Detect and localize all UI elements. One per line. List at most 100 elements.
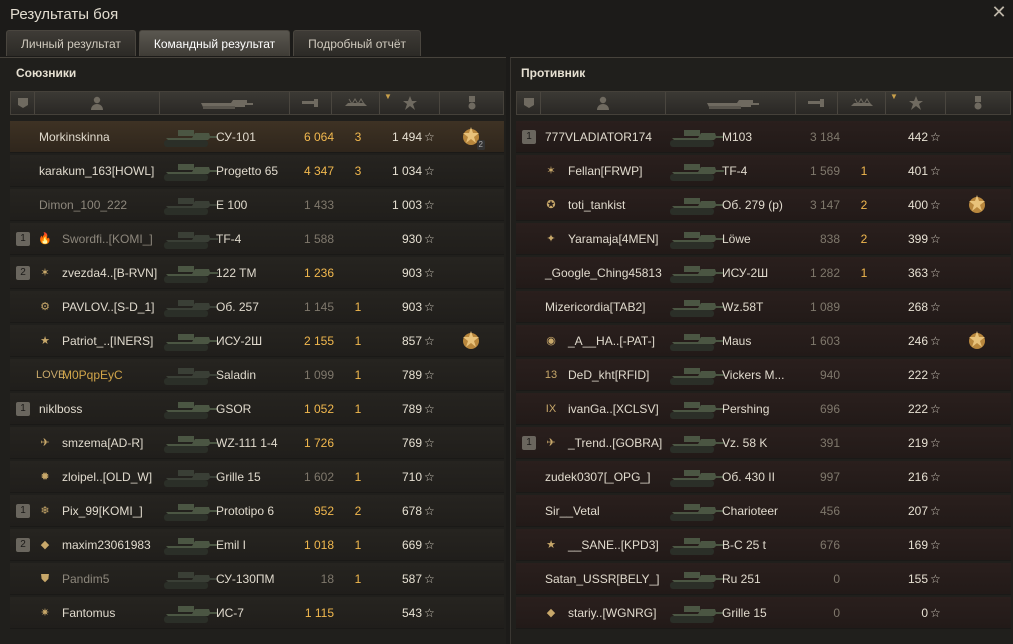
player-row[interactable]: ◆ stariy..[WGNRG] Grille 15 0 0 ☆ (516, 597, 1011, 629)
player-name[interactable]: Swordfi..[KOMI_] (62, 223, 153, 255)
close-icon[interactable]: ✕ (989, 2, 1009, 22)
xp-value: 222 (907, 402, 928, 416)
player-row[interactable]: IX ivanGa..[XCLSV] Pershing 696 222 ☆ (516, 393, 1011, 425)
player-name[interactable]: Dimon_100_222 (39, 189, 127, 221)
xp-value: 1 034 (391, 164, 422, 178)
xp-value: 0 (921, 606, 928, 620)
player-name[interactable]: zloipel..[OLD_W] (62, 461, 152, 493)
damage-value: 1 282 (809, 266, 840, 280)
player-row[interactable]: ✪ toti_tankist Об. 279 (р) 3 147 2 400 ☆ (516, 189, 1011, 221)
player-name[interactable]: Sir__Vetal (545, 495, 600, 527)
player-row[interactable]: _Google_Ching45813 ИСУ-2Ш 1 282 1 363 ☆ (516, 257, 1011, 289)
medal-icon[interactable] (946, 92, 1010, 114)
tab-team[interactable]: Командный результат (138, 30, 291, 56)
player-name[interactable]: __SANE..[KPD3] (568, 529, 659, 561)
damage-value: 838 (819, 232, 840, 246)
player-row[interactable]: ✷ Fantomus ИС-7 1 115 543 ☆ (10, 597, 504, 629)
player-row[interactable]: 1 ❄ Pix_99[KOMI_] Prototipo 6 952 2 678 ☆ (10, 495, 504, 527)
player-name[interactable]: Morkinskinna (39, 121, 110, 153)
player-name[interactable]: karakum_163[HOWL] (39, 155, 154, 187)
player-name[interactable]: maxim23061983 (62, 529, 151, 561)
kills-icon[interactable] (332, 92, 380, 114)
player-row[interactable]: ◉ _A__HA..[-PAT-] Maus 1 603 246 ☆ (516, 325, 1011, 357)
xp-header-icon[interactable]: ▼ (886, 92, 946, 114)
player-row[interactable]: 13 DeD_kht[RFID] Vickers M... 940 222 ☆ (516, 359, 1011, 391)
player-row[interactable]: karakum_163[HOWL] Progetto 65 4 347 3 1 034 ☆ (10, 155, 504, 187)
player-name[interactable]: Patriot_..[INERS] (62, 325, 153, 357)
player-row[interactable]: zudek0307[_OPG_] Об. 430 II 997 216 ☆ (516, 461, 1011, 493)
squad-badge: 1 (522, 436, 536, 450)
player-name[interactable]: Satan_USSR[BELY_] (545, 563, 660, 595)
kills-value (856, 597, 872, 629)
player-name[interactable]: Pandim5 (62, 563, 109, 595)
damage-value: 952 (313, 504, 334, 518)
squad-icon[interactable] (517, 92, 541, 114)
tab-detailed[interactable]: Подробный отчёт (293, 30, 422, 56)
kills-value (856, 359, 872, 391)
player-name[interactable]: zvezda4..[B-RVN] (62, 257, 157, 289)
player-row[interactable]: ★ Patriot_..[INERS] ИСУ-2Ш 2 155 1 857 ☆ (10, 325, 504, 357)
medal-award-icon[interactable] (459, 329, 483, 353)
player-name[interactable]: Yaramaja[4MEN] (568, 223, 658, 255)
player-row[interactable]: 2 ◆ maxim23061983 Emil I 1 018 1 669 ☆ (10, 529, 504, 561)
star-icon: ☆ (424, 470, 435, 484)
player-row[interactable]: 1 777VLADIATOR174 M103 3 184 442 ☆ (516, 121, 1011, 153)
player-row[interactable]: ✦ Yaramaja[4MEN] Löwe 838 2 399 ☆ (516, 223, 1011, 255)
xp-value: 769 (401, 436, 422, 450)
player-name[interactable]: _Google_Ching45813 (545, 257, 662, 289)
player-row[interactable]: LOVE M0PqpEyC Saladin 1 099 1 789 ☆ (10, 359, 504, 391)
player-name[interactable]: Mizericordia[TAB2] (545, 291, 645, 323)
player-name[interactable]: toti_tankist (568, 189, 625, 221)
player-name[interactable]: DeD_kht[RFID] (568, 359, 649, 391)
squad-icon[interactable] (11, 92, 35, 114)
player-name[interactable]: ivanGa..[XCLSV] (568, 393, 659, 425)
player-name[interactable]: zudek0307[_OPG_] (545, 461, 650, 493)
player-row[interactable]: 1 🔥 Swordfi..[KOMI_] TF-4 1 588 930 ☆ (10, 223, 504, 255)
squad-badge: 1 (16, 402, 30, 416)
player-name[interactable]: stariy..[WGNRG] (568, 597, 656, 629)
vehicle-name: ИС-7 (216, 606, 244, 620)
player-icon[interactable] (35, 92, 160, 114)
player-name[interactable]: PAVLOV..[S-D_1] (62, 291, 155, 323)
vehicle-icon[interactable] (160, 92, 290, 114)
vehicle-icon[interactable] (666, 92, 796, 114)
player-row[interactable]: 1 niklboss GSOR 1 052 1 789 ☆ (10, 393, 504, 425)
damage-value: 940 (819, 368, 840, 382)
player-row[interactable]: 1 ✈ _Trend..[GOBRA] Vz. 58 K 391 219 ☆ (516, 427, 1011, 459)
vehicle-name: B-C 25 t (722, 538, 767, 552)
medal-icon[interactable] (440, 92, 503, 114)
xp-value: 587 (401, 572, 422, 586)
player-name[interactable]: _A__HA..[-PAT-] (568, 325, 655, 357)
player-name[interactable]: Fellan[FRWP] (568, 155, 642, 187)
player-name[interactable]: M0PqpEyC (62, 359, 123, 391)
player-row[interactable]: Sir__Vetal Charioteer 456 207 ☆ (516, 495, 1011, 527)
player-name[interactable]: _Trend..[GOBRA] (568, 427, 662, 459)
player-row[interactable]: ⛊ Pandim5 СУ-130ПМ 18 1 587 ☆ (10, 563, 504, 595)
player-row[interactable]: ★ __SANE..[KPD3] B-C 25 t 676 169 ☆ (516, 529, 1011, 561)
medal-award-icon[interactable] (965, 329, 989, 353)
kills-icon[interactable] (838, 92, 886, 114)
player-row[interactable]: ⚙ PAVLOV..[S-D_1] Об. 257 1 145 1 903 ☆ (10, 291, 504, 323)
player-row[interactable]: Mizericordia[TAB2] Wz.58T 1 089 268 ☆ (516, 291, 1011, 323)
medal-award-icon[interactable] (965, 193, 989, 217)
player-row[interactable]: 2 ✶ zvezda4..[B-RVN] 122 TM 1 236 903 ☆ (10, 257, 504, 289)
player-name[interactable]: 777VLADIATOR174 (545, 121, 652, 153)
xp-value: 268 (907, 300, 928, 314)
player-name[interactable]: niklboss (39, 393, 82, 425)
tab-personal[interactable]: Личный результат (6, 30, 136, 56)
player-icon[interactable] (541, 92, 666, 114)
xp-header-icon[interactable]: ▼ (380, 92, 440, 114)
vehicle-name: 122 TM (216, 266, 257, 280)
player-row[interactable]: Dimon_100_222 E 100 1 433 1 003 ☆ (10, 189, 504, 221)
player-row[interactable]: ✈ smzema[AD-R] WZ-111 1-4 1 726 769 ☆ (10, 427, 504, 459)
medal-award-icon[interactable]: 2 (459, 125, 485, 150)
player-name[interactable]: Fantomus (62, 597, 115, 629)
player-row[interactable]: ✶ Fellan[FRWP] TF-4 1 569 1 401 ☆ (516, 155, 1011, 187)
player-row[interactable]: Satan_USSR[BELY_] Ru 251 0 155 ☆ (516, 563, 1011, 595)
player-row[interactable]: Morkinskinna СУ-101 6 064 3 1 494 ☆ 2 (10, 121, 504, 153)
player-row[interactable]: ✹ zloipel..[OLD_W] Grille 15 1 602 1 710 ☆ (10, 461, 504, 493)
damage-icon[interactable] (796, 92, 838, 114)
player-name[interactable]: smzema[AD-R] (62, 427, 143, 459)
damage-icon[interactable] (290, 92, 332, 114)
player-name[interactable]: Pix_99[KOMI_] (62, 495, 143, 527)
